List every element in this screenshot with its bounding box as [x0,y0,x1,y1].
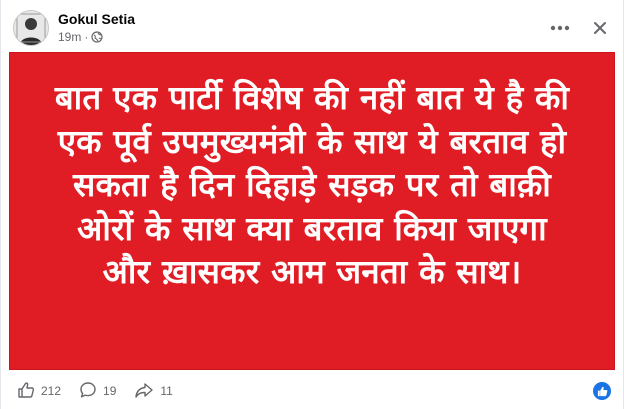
likes-count: 212 [41,384,62,398]
avatar-photo-icon [14,11,48,45]
like-stat[interactable]: 212 [17,381,61,402]
author-avatar[interactable] [13,10,49,46]
more-options-icon[interactable] [545,13,575,43]
post-meta: Gokul Setia 19m · [58,11,135,44]
comment-stat[interactable]: 19 [79,381,116,402]
comment-icon [79,381,97,402]
post-subline: 19m · [58,30,135,44]
globe-icon [91,31,103,43]
like-reaction-icon[interactable] [591,380,613,402]
meta-separator: · [84,30,89,45]
share-icon [134,381,154,402]
close-icon[interactable] [585,13,615,43]
post-footer: 212 19 11 [17,378,613,404]
post-image-text: बात एक पार्टी विशेष की नहीं बात ये है की… [9,76,615,294]
text-line: एक पूर्व उपमुख्यमंत्री के साथ ये बरताव ह… [57,121,567,161]
text-line: और ख़ासकर आम जनता के साथ। [102,252,522,291]
post-header: Gokul Setia 19m · [13,8,615,48]
shares-count: 11 [160,384,173,398]
text-line: ओरों के साथ क्या बरताव किया जाएगा [77,208,547,248]
post-timestamp[interactable]: 19m [58,30,81,44]
author-name[interactable]: Gokul Setia [58,11,135,28]
post-image-text-card[interactable]: बात एक पार्टी विशेष की नहीं बात ये है की… [9,52,615,370]
share-stat[interactable]: 11 [134,381,173,402]
thumbs-up-icon [17,381,35,402]
header-actions [545,13,615,43]
text-line: सकता है दिन दिहाड़े सड़क पर तो बाक़ी [72,165,552,204]
facebook-post-card: Gokul Setia 19m · बात एक पार्टी विशेष की… [0,0,624,409]
text-line: बात एक पार्टी विशेष की नहीं बात ये है की [54,78,570,117]
comments-count: 19 [103,384,117,398]
